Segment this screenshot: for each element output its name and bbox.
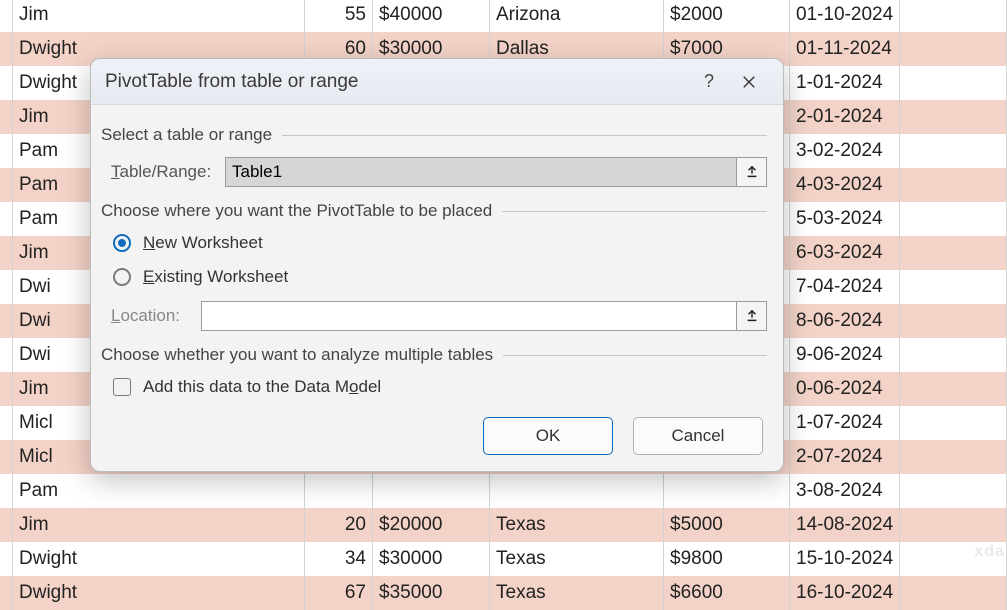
cell-date[interactable]: 1-01-2024 [790, 66, 900, 100]
cell-date[interactable]: 01-11-2024 [790, 32, 900, 66]
cell-date[interactable]: 01-10-2024 [790, 0, 900, 32]
cell-name[interactable]: Jim [13, 0, 305, 32]
table-row[interactable]: Dwight67$35000Texas$660016-10-2024 [0, 576, 1007, 610]
cell-num[interactable]: 34 [305, 542, 373, 576]
range-picker-button[interactable] [736, 158, 766, 186]
cell-date[interactable]: 2-07-2024 [790, 440, 900, 474]
location-picker-button[interactable] [736, 302, 766, 330]
dialog-title: PivotTable from table or range [105, 71, 689, 93]
cell-location[interactable]: Texas [490, 508, 664, 542]
location-input[interactable] [202, 302, 736, 330]
section-select-range: Select a table or range [101, 125, 767, 145]
section-multi-tables: Choose whether you want to analyze multi… [101, 345, 767, 365]
checkbox-data-model[interactable]: Add this data to the Data Model [113, 377, 767, 397]
cell-location[interactable] [490, 474, 664, 508]
cell-amount[interactable]: $30000 [373, 542, 490, 576]
cell-amount[interactable] [373, 474, 490, 508]
cell-amount2[interactable]: $9800 [664, 542, 790, 576]
cell-amount[interactable]: $40000 [373, 0, 490, 32]
cell-amount[interactable]: $35000 [373, 576, 490, 610]
cell-amount[interactable]: $20000 [373, 508, 490, 542]
cell-date[interactable]: 9-06-2024 [790, 338, 900, 372]
table-row[interactable]: Dwight34$30000Texas$980015-10-2024 [0, 542, 1007, 576]
cell-date[interactable]: 3-02-2024 [790, 134, 900, 168]
cell-num[interactable]: 20 [305, 508, 373, 542]
cell-date[interactable]: 7-04-2024 [790, 270, 900, 304]
table-row[interactable]: Jim20$20000Texas$500014-08-2024 [0, 508, 1007, 542]
cell-name[interactable]: Dwight [13, 542, 305, 576]
cell-date[interactable]: 8-06-2024 [790, 304, 900, 338]
cancel-button[interactable]: Cancel [633, 417, 763, 455]
checkbox-icon [113, 378, 131, 396]
radio-icon [113, 234, 131, 252]
table-row[interactable]: Jim55$40000Arizona$200001-10-2024 [0, 0, 1007, 32]
collapse-icon [745, 165, 759, 179]
cell-name[interactable]: Dwight [13, 576, 305, 610]
cell-num[interactable]: 67 [305, 576, 373, 610]
dialog-titlebar: PivotTable from table or range ? [91, 59, 783, 105]
cell-date[interactable]: 6-03-2024 [790, 236, 900, 270]
cell-num[interactable]: 55 [305, 0, 373, 32]
radio-existing-worksheet[interactable]: Existing Worksheet [113, 267, 767, 287]
collapse-icon [745, 309, 759, 323]
radio-new-worksheet[interactable]: New Worksheet [113, 233, 767, 253]
help-button[interactable]: ? [689, 66, 729, 98]
section-placement: Choose where you want the PivotTable to … [101, 201, 767, 221]
watermark: xda [974, 543, 1005, 561]
table-range-label: Table/Range: [111, 162, 225, 182]
cell-date[interactable]: 1-07-2024 [790, 406, 900, 440]
cell-date[interactable]: 16-10-2024 [790, 576, 900, 610]
ok-button[interactable]: OK [483, 417, 613, 455]
cell-amount2[interactable]: $2000 [664, 0, 790, 32]
close-icon [742, 75, 756, 89]
cell-amount2[interactable]: $5000 [664, 508, 790, 542]
cell-date[interactable]: 3-08-2024 [790, 474, 900, 508]
cell-name[interactable]: Pam [13, 474, 305, 508]
cell-location[interactable]: Texas [490, 542, 664, 576]
cell-date[interactable]: 4-03-2024 [790, 168, 900, 202]
cell-amount2[interactable]: $6600 [664, 576, 790, 610]
cell-location[interactable]: Texas [490, 576, 664, 610]
table-range-input[interactable] [226, 158, 736, 186]
cell-location[interactable]: Arizona [490, 0, 664, 32]
cell-name[interactable]: Jim [13, 508, 305, 542]
location-label: Location: [111, 306, 201, 326]
cell-date[interactable]: 5-03-2024 [790, 202, 900, 236]
pivottable-dialog: PivotTable from table or range ? Select … [90, 58, 784, 472]
cell-date[interactable]: 14-08-2024 [790, 508, 900, 542]
table-row[interactable]: Pam 3-08-2024 [0, 474, 1007, 508]
close-button[interactable] [729, 66, 769, 98]
cell-date[interactable]: 2-01-2024 [790, 100, 900, 134]
cell-amount2[interactable] [664, 474, 790, 508]
radio-icon [113, 268, 131, 286]
cell-num[interactable] [305, 474, 373, 508]
cell-date[interactable]: 0-06-2024 [790, 372, 900, 406]
cell-date[interactable]: 15-10-2024 [790, 542, 900, 576]
